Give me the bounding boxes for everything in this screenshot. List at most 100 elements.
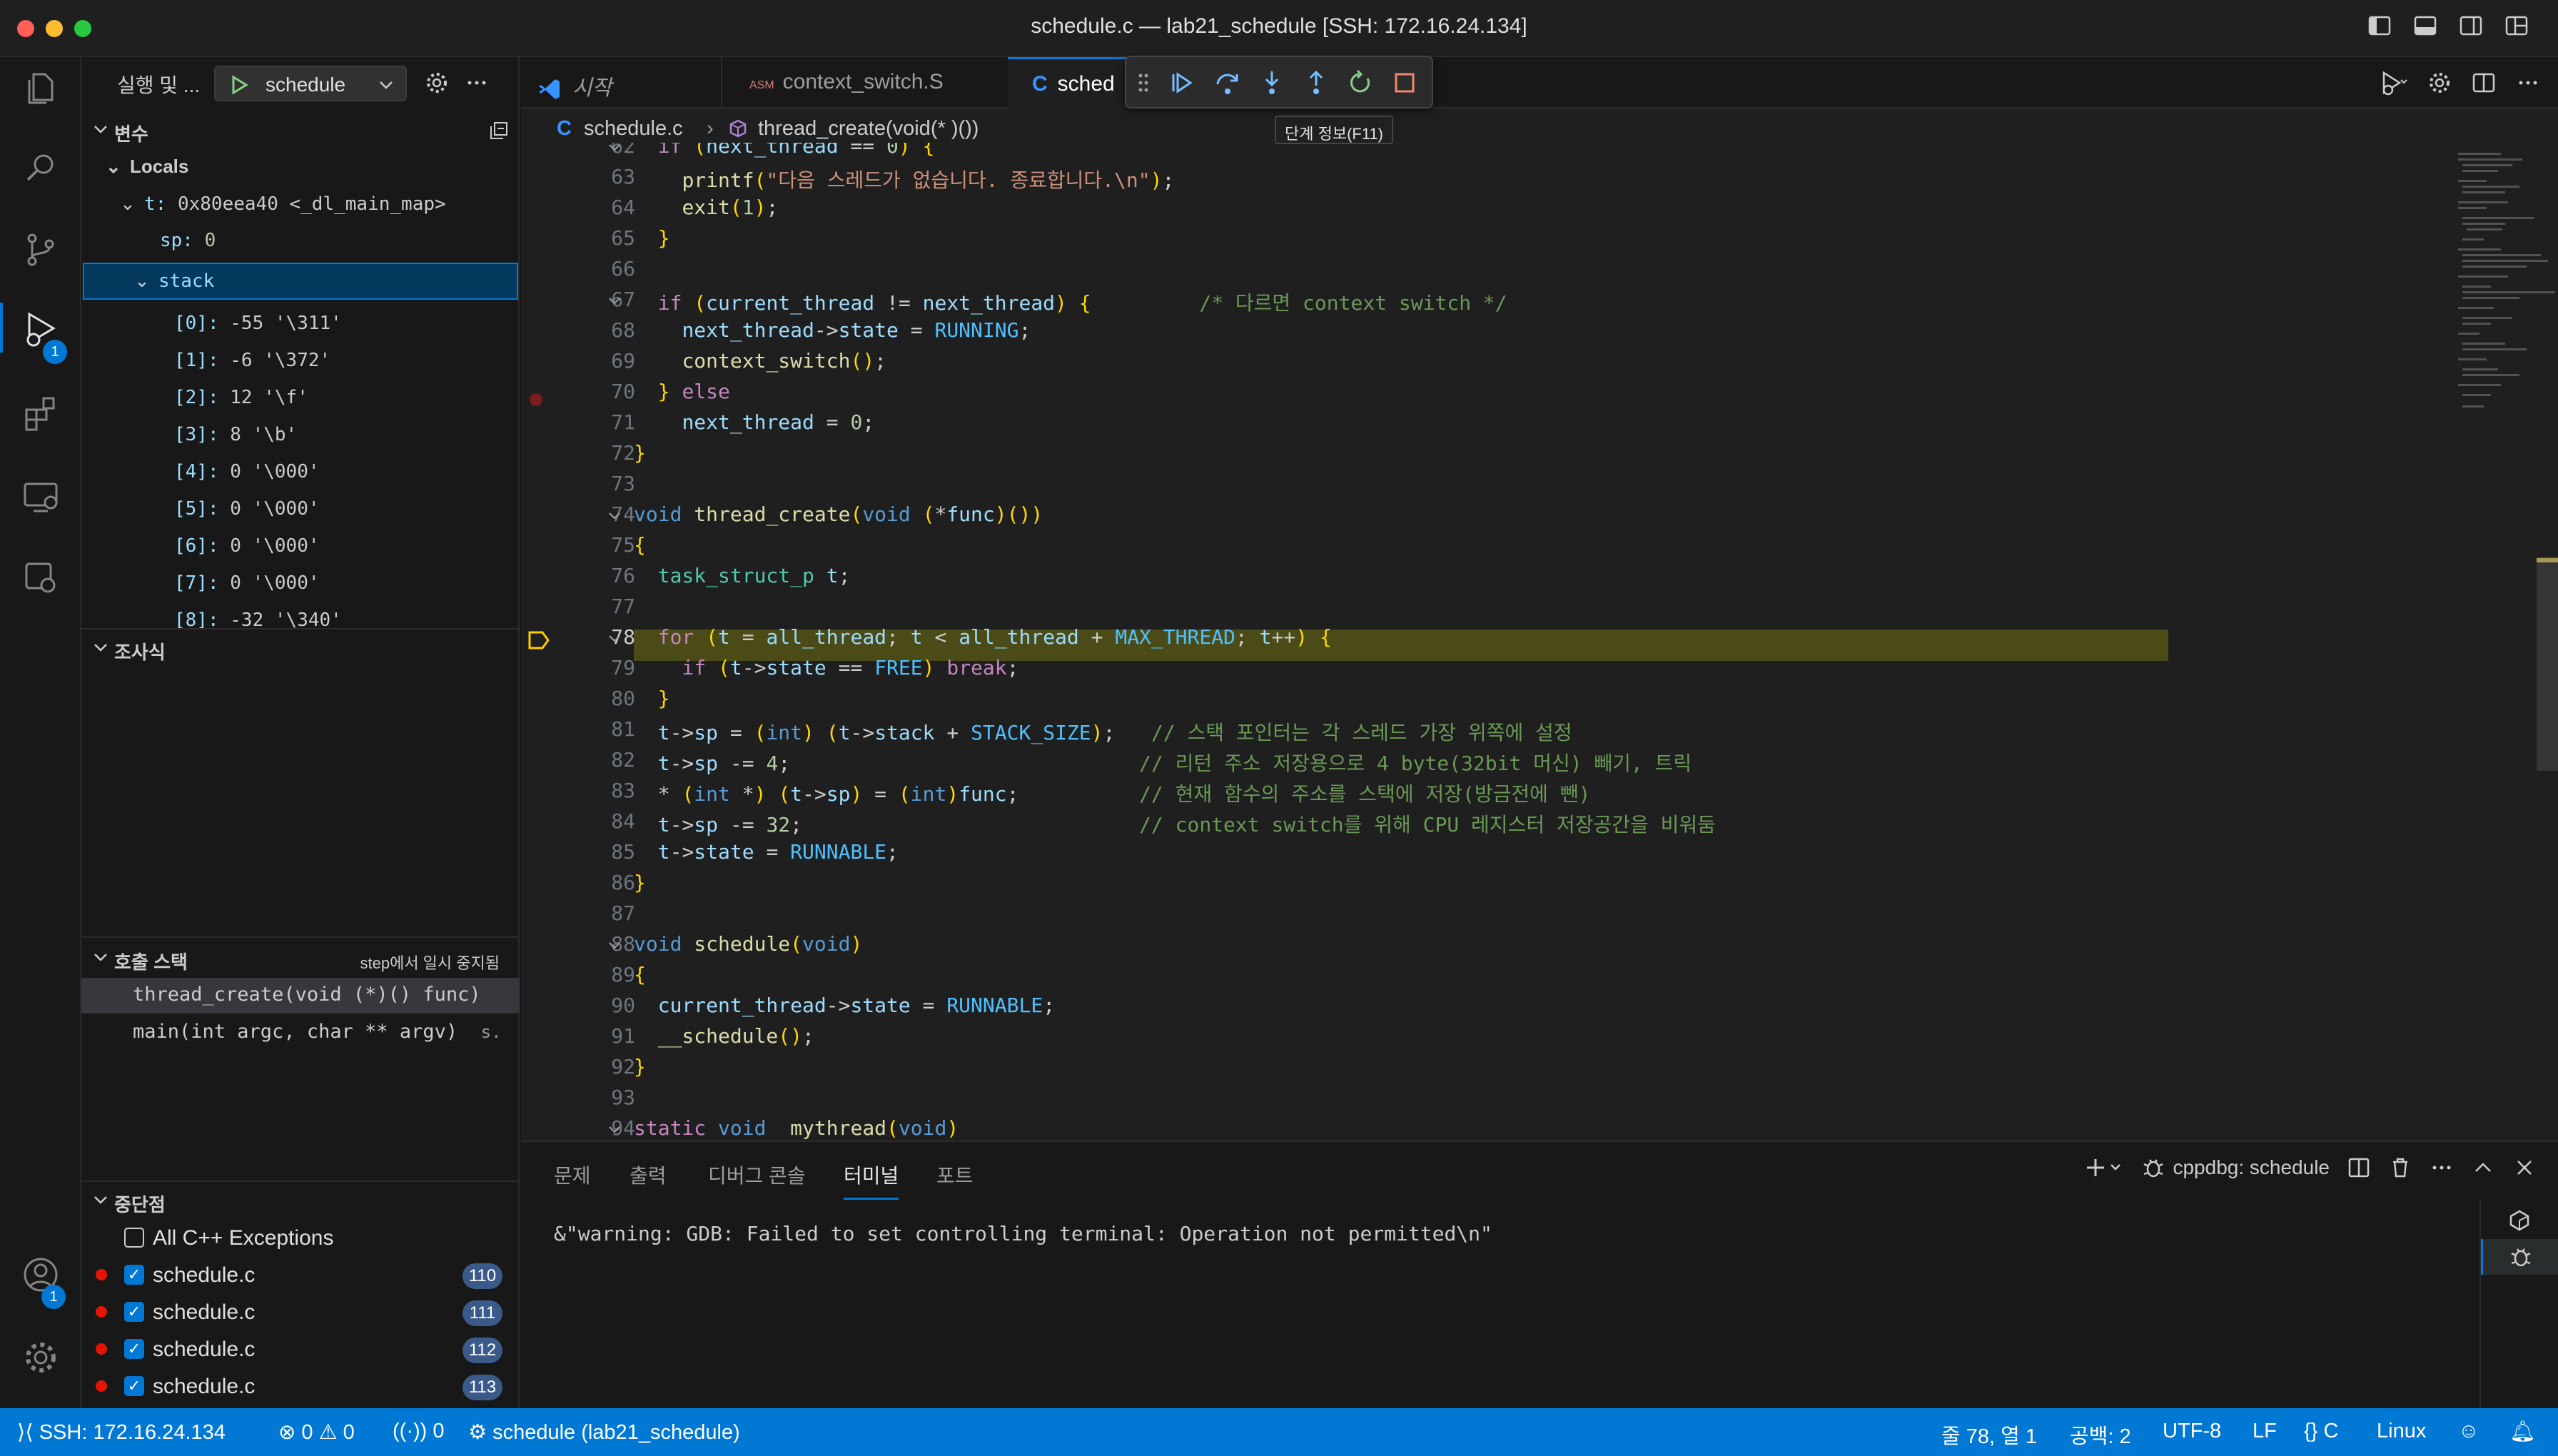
fold-chevron-icon[interactable] <box>605 507 624 525</box>
indentation[interactable]: 공백: 2 <box>2070 1420 2131 1450</box>
step-over-icon[interactable] <box>1213 69 1242 97</box>
fold-chevron-icon[interactable] <box>605 936 624 955</box>
breadcrumb-symbol[interactable]: thread_create(void(* )()) <box>758 117 979 141</box>
fold-chevron-icon[interactable] <box>605 630 624 648</box>
locals-scope[interactable]: ⌄ Locals <box>106 156 188 178</box>
breakpoint-checkbox[interactable]: ✓ <box>124 1376 144 1396</box>
encoding[interactable]: UTF-8 <box>2163 1420 2221 1443</box>
terminal-output[interactable]: &"warning: GDB: Failed to set controllin… <box>554 1222 1492 1245</box>
variable-stack-row[interactable]: ⌄ stack <box>83 263 518 300</box>
exception-breakpoint[interactable]: All C++ Exceptions <box>81 1219 520 1256</box>
debug-terminal-item[interactable] <box>2481 1239 2558 1275</box>
launch-config-select[interactable]: schedule <box>214 66 407 101</box>
fold-chevron-icon[interactable] <box>605 292 624 310</box>
scrollbar-thumb[interactable] <box>2537 557 2558 771</box>
terminal-instance[interactable]: cppdbg: schedule <box>2141 1156 2330 1180</box>
remote-indicator[interactable]: ⟩⟨ SSH: 172.16.24.134 <box>17 1420 226 1445</box>
step-out-icon[interactable] <box>1302 69 1330 97</box>
variable-sp[interactable]: sp: 0 <box>160 230 216 251</box>
continue-icon[interactable] <box>1168 69 1196 97</box>
search-icon[interactable] <box>19 147 62 190</box>
cursor-position[interactable]: 줄 78, 열 1 <box>1941 1420 2037 1450</box>
more-actions-icon[interactable] <box>2430 1156 2454 1180</box>
variables-section-header[interactable]: 변수 <box>81 114 520 148</box>
remote-settings-icon[interactable] <box>19 557 62 600</box>
panel-tab[interactable]: 출력 <box>630 1161 667 1189</box>
callstack-title: 호출 스택 <box>114 951 188 973</box>
stack-item[interactable]: [6]: 0 '\000' <box>174 535 320 557</box>
tab-welcome[interactable]: 시작 <box>521 57 721 108</box>
breadcrumb-file[interactable]: schedule.c <box>584 117 683 141</box>
open-launch-json-gear-icon[interactable] <box>424 70 450 96</box>
breakpoint-item[interactable]: ✓ schedule.c 111 <box>81 1293 520 1330</box>
toggle-panel-icon[interactable] <box>2412 13 2438 39</box>
restart-icon[interactable] <box>1346 69 1375 97</box>
stack-item[interactable]: [3]: 8 '\b' <box>174 424 297 445</box>
fold-chevron-icon[interactable] <box>605 1121 624 1139</box>
code-line: } <box>657 687 670 710</box>
watch-section-header[interactable]: 조사식 <box>81 632 520 667</box>
split-editor-icon[interactable] <box>2471 70 2497 96</box>
breakpoints-section-header[interactable]: 중단점 <box>81 1185 520 1219</box>
breakpoint-dot-icon <box>96 1269 107 1280</box>
source-control-icon[interactable] <box>19 228 62 271</box>
panel-tab[interactable]: 포트 <box>936 1161 974 1189</box>
problems-indicator[interactable]: ⊗ 0 ⚠ 0 <box>278 1420 355 1445</box>
fold-chevron-icon[interactable] <box>605 143 624 157</box>
manage-gear-icon[interactable] <box>19 1336 62 1379</box>
callstack-section-header[interactable]: 호출 스택 step에서 일시 중지됨 <box>81 942 520 976</box>
stack-item[interactable]: [0]: -55 '\311' <box>174 313 342 334</box>
panel-tab[interactable]: 터미널 <box>844 1161 899 1200</box>
more-actions-icon[interactable] <box>464 70 490 96</box>
breakpoint-checkbox[interactable]: ✓ <box>124 1265 144 1285</box>
start-debug-icon[interactable] <box>228 74 250 96</box>
breakpoint-line-badge: 113 <box>462 1375 502 1400</box>
stop-icon[interactable] <box>1390 69 1419 97</box>
new-terminal-icon[interactable] <box>2084 1155 2124 1181</box>
feedback-icon[interactable]: ☺ <box>2458 1420 2479 1443</box>
customize-layout-icon[interactable] <box>2504 13 2529 39</box>
toggle-secondary-sidebar-icon[interactable] <box>2458 13 2484 39</box>
os-indicator[interactable]: Linux <box>2377 1420 2426 1443</box>
run-debug-dropdown-icon[interactable] <box>2380 70 2408 96</box>
debug-indicator[interactable]: ⚙ schedule (lab21_schedule) <box>468 1420 740 1445</box>
tab-context-switch[interactable]: ASM context_switch.S <box>721 57 956 108</box>
callstack-frame[interactable]: thread_create(void (*)() func) <box>81 978 520 1013</box>
split-terminal-icon[interactable] <box>2347 1156 2371 1180</box>
stack-item[interactable]: [7]: 0 '\000' <box>174 572 320 594</box>
more-actions-icon[interactable] <box>2515 70 2541 96</box>
editor-settings-gear-icon[interactable] <box>2427 70 2452 96</box>
kill-terminal-trash-icon[interactable] <box>2388 1156 2412 1180</box>
code-editor[interactable]: 62 if (next_thread == 0) {63 printf("다음 … <box>521 143 2558 1141</box>
panel-tab[interactable]: 디버그 콘솔 <box>708 1161 806 1189</box>
notifications-bell-icon[interactable]: 🔔︎ <box>2509 1420 2536 1444</box>
panel-tab[interactable]: 문제 <box>554 1161 591 1189</box>
stack-item[interactable]: [4]: 0 '\000' <box>174 461 320 482</box>
breakpoint-checkbox[interactable]: ✓ <box>124 1339 144 1359</box>
explorer-icon[interactable] <box>19 67 62 110</box>
callstack-frame[interactable]: main(int argc, char ** argv) s. <box>81 1015 520 1051</box>
extensions-icon[interactable] <box>19 393 62 435</box>
breakpoint-item[interactable]: ✓ schedule.c 112 <box>81 1330 520 1367</box>
ports-indicator[interactable]: ((·)) 0 <box>393 1420 444 1443</box>
stack-item[interactable]: [5]: 0 '\000' <box>174 498 320 520</box>
remote-explorer-icon[interactable] <box>19 475 62 518</box>
breakpoint-item[interactable]: ✓ schedule.c 110 <box>81 1256 520 1293</box>
breakpoint-item[interactable]: ✓ schedule.c 113 <box>81 1367 520 1405</box>
drag-handle-icon[interactable] <box>1138 71 1149 94</box>
exception-checkbox[interactable] <box>124 1228 144 1248</box>
breakpoint-checkbox[interactable]: ✓ <box>124 1302 144 1322</box>
toggle-sidebar-icon[interactable] <box>2367 13 2392 39</box>
stack-item[interactable]: [1]: -6 '\372' <box>174 350 330 371</box>
close-panel-icon[interactable] <box>2512 1156 2537 1180</box>
maximize-panel-chevron-up-icon[interactable] <box>2471 1156 2495 1180</box>
collapse-all-icon[interactable] <box>488 120 510 141</box>
shell-terminal-icon[interactable] <box>2508 1209 2531 1232</box>
minimap[interactable] <box>2394 143 2558 1141</box>
step-into-icon[interactable] <box>1258 69 1286 97</box>
end-of-line[interactable]: LF <box>2253 1420 2277 1443</box>
language-mode[interactable]: {} C <box>2304 1420 2338 1443</box>
breakpoint-hint-dot[interactable] <box>530 393 542 406</box>
stack-item[interactable]: [2]: 12 '\f' <box>174 387 308 408</box>
variable-t[interactable]: ⌄ t: 0x80eea40 <_dl_main_map> <box>120 193 446 215</box>
